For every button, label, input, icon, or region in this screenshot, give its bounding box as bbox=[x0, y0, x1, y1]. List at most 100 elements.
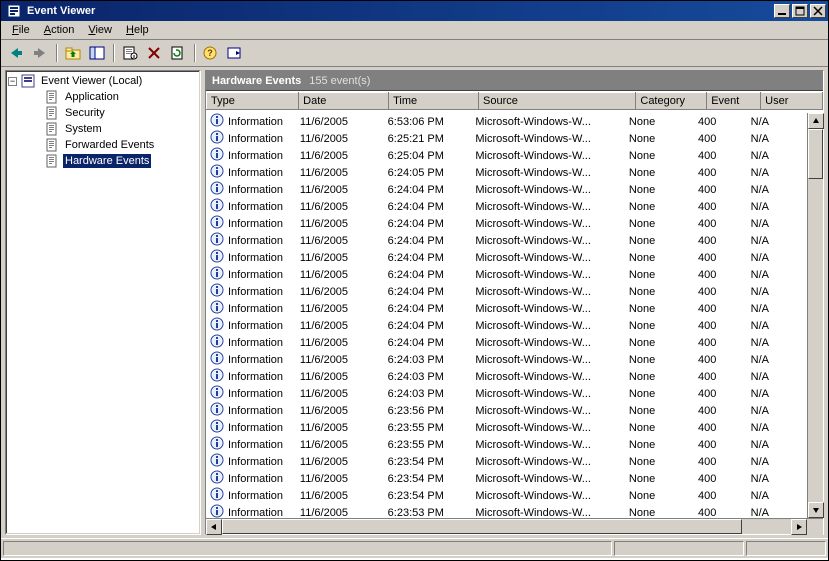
table-row[interactable]: Information11/6/20056:23:54 PMMicrosoft-… bbox=[206, 470, 807, 487]
table-row[interactable]: Information11/6/20056:23:53 PMMicrosoft-… bbox=[206, 504, 807, 518]
hscroll-thumb[interactable] bbox=[222, 519, 742, 534]
minimize-button[interactable] bbox=[774, 4, 790, 18]
scroll-down-icon[interactable] bbox=[808, 502, 824, 518]
cell-event: 400 bbox=[694, 249, 747, 266]
menu-file[interactable]: File bbox=[5, 22, 37, 38]
info-icon bbox=[210, 113, 224, 130]
cell-user: N/A bbox=[747, 181, 807, 198]
cell-date: 11/6/2005 bbox=[296, 164, 384, 181]
cell-category: None bbox=[625, 385, 694, 402]
table-row[interactable]: Information11/6/20056:24:04 PMMicrosoft-… bbox=[206, 283, 807, 300]
menu-view[interactable]: View bbox=[81, 22, 119, 38]
collapse-icon[interactable]: − bbox=[8, 77, 17, 86]
tree-item-security[interactable]: Security bbox=[8, 105, 198, 121]
cell-category: None bbox=[625, 402, 694, 419]
list-pane: Hardware Events 155 event(s) Type Date T… bbox=[205, 70, 824, 535]
tree-item-hardware-events[interactable]: Hardware Events bbox=[8, 153, 198, 169]
export-button[interactable] bbox=[224, 42, 246, 64]
col-header-source[interactable]: Source bbox=[479, 93, 636, 110]
info-icon bbox=[210, 385, 224, 402]
list-title: Hardware Events bbox=[212, 75, 301, 87]
cell-type: Information bbox=[228, 405, 283, 417]
table-row[interactable]: Information11/6/20056:23:55 PMMicrosoft-… bbox=[206, 419, 807, 436]
info-icon bbox=[210, 147, 224, 164]
col-header-type[interactable]: Type bbox=[207, 93, 299, 110]
cell-date: 11/6/2005 bbox=[296, 351, 384, 368]
table-row[interactable]: Information11/6/20056:24:04 PMMicrosoft-… bbox=[206, 266, 807, 283]
table-row[interactable]: Information11/6/20056:24:04 PMMicrosoft-… bbox=[206, 334, 807, 351]
cell-type: Information bbox=[228, 388, 283, 400]
cell-type: Information bbox=[228, 286, 283, 298]
col-header-user[interactable]: User bbox=[761, 93, 823, 110]
horizontal-scrollbar[interactable] bbox=[206, 518, 823, 534]
cell-event: 400 bbox=[694, 385, 747, 402]
info-icon bbox=[210, 470, 224, 487]
vertical-scrollbar[interactable] bbox=[807, 113, 823, 518]
help-button[interactable]: ? bbox=[200, 42, 222, 64]
table-row[interactable]: Information11/6/20056:25:21 PMMicrosoft-… bbox=[206, 130, 807, 147]
table-row[interactable]: Information11/6/20056:24:04 PMMicrosoft-… bbox=[206, 198, 807, 215]
table-row[interactable]: Information11/6/20056:23:56 PMMicrosoft-… bbox=[206, 402, 807, 419]
info-icon bbox=[210, 504, 224, 518]
cell-user: N/A bbox=[747, 266, 807, 283]
cell-date: 11/6/2005 bbox=[296, 470, 384, 487]
tree-item-forwarded-events[interactable]: Forwarded Events bbox=[8, 137, 198, 153]
col-header-time[interactable]: Time bbox=[389, 93, 479, 110]
cell-event: 400 bbox=[694, 181, 747, 198]
table-row[interactable]: Information11/6/20056:24:03 PMMicrosoft-… bbox=[206, 368, 807, 385]
table-row[interactable]: Information11/6/20056:23:54 PMMicrosoft-… bbox=[206, 487, 807, 504]
refresh-button[interactable] bbox=[167, 42, 189, 64]
cell-category: None bbox=[625, 283, 694, 300]
cell-user: N/A bbox=[747, 436, 807, 453]
cell-type: Information bbox=[228, 201, 283, 213]
tree-item-application[interactable]: Application bbox=[8, 89, 198, 105]
menu-action[interactable]: Action bbox=[37, 22, 82, 38]
table-row[interactable]: Information11/6/20056:24:04 PMMicrosoft-… bbox=[206, 215, 807, 232]
tree-pane[interactable]: − Event Viewer (Local) ApplicationSecuri… bbox=[5, 70, 201, 535]
properties-button[interactable] bbox=[119, 42, 141, 64]
maximize-button[interactable] bbox=[792, 4, 808, 18]
cell-time: 6:24:04 PM bbox=[384, 198, 472, 215]
back-button[interactable] bbox=[5, 42, 27, 64]
table-row[interactable]: Information11/6/20056:24:04 PMMicrosoft-… bbox=[206, 300, 807, 317]
col-header-category[interactable]: Category bbox=[636, 93, 707, 110]
cell-type: Information bbox=[228, 235, 283, 247]
svg-text:?: ? bbox=[207, 48, 213, 58]
table-row[interactable]: Information11/6/20056:23:54 PMMicrosoft-… bbox=[206, 453, 807, 470]
table-row[interactable]: Information11/6/20056:24:04 PMMicrosoft-… bbox=[206, 249, 807, 266]
table-row[interactable]: Information11/6/20056:24:03 PMMicrosoft-… bbox=[206, 351, 807, 368]
show-hide-tree-button[interactable] bbox=[86, 42, 108, 64]
tree-item-label: Hardware Events bbox=[63, 154, 151, 168]
table-row[interactable]: Information11/6/20056:24:05 PMMicrosoft-… bbox=[206, 164, 807, 181]
log-icon bbox=[44, 137, 60, 153]
close-button[interactable] bbox=[810, 4, 826, 18]
scroll-left-icon[interactable] bbox=[206, 519, 222, 535]
cell-user: N/A bbox=[747, 368, 807, 385]
table-row[interactable]: Information11/6/20056:24:04 PMMicrosoft-… bbox=[206, 181, 807, 198]
table-row[interactable]: Information11/6/20056:24:03 PMMicrosoft-… bbox=[206, 385, 807, 402]
tree-item-system[interactable]: System bbox=[8, 121, 198, 137]
scroll-up-icon[interactable] bbox=[808, 113, 824, 129]
table-row[interactable]: Information11/6/20056:24:04 PMMicrosoft-… bbox=[206, 232, 807, 249]
forward-button[interactable] bbox=[29, 42, 51, 64]
table-row[interactable]: Information11/6/20056:53:06 PMMicrosoft-… bbox=[206, 113, 807, 130]
delete-button[interactable] bbox=[143, 42, 165, 64]
scroll-right-icon[interactable] bbox=[791, 519, 807, 535]
cell-source: Microsoft-Windows-W... bbox=[471, 317, 625, 334]
table-row[interactable]: Information11/6/20056:25:04 PMMicrosoft-… bbox=[206, 147, 807, 164]
up-level-button[interactable] bbox=[62, 42, 84, 64]
info-icon bbox=[210, 181, 224, 198]
tree-root[interactable]: − Event Viewer (Local) bbox=[8, 73, 198, 89]
cell-event: 400 bbox=[694, 198, 747, 215]
col-header-date[interactable]: Date bbox=[299, 93, 389, 110]
cell-event: 400 bbox=[694, 317, 747, 334]
menu-help[interactable]: Help bbox=[119, 22, 156, 38]
cell-date: 11/6/2005 bbox=[296, 181, 384, 198]
col-header-event[interactable]: Event bbox=[707, 93, 761, 110]
cell-source: Microsoft-Windows-W... bbox=[471, 181, 625, 198]
table-row[interactable]: Information11/6/20056:24:04 PMMicrosoft-… bbox=[206, 317, 807, 334]
cell-date: 11/6/2005 bbox=[296, 147, 384, 164]
table-row[interactable]: Information11/6/20056:23:55 PMMicrosoft-… bbox=[206, 436, 807, 453]
scroll-thumb[interactable] bbox=[808, 129, 823, 179]
cell-event: 400 bbox=[694, 368, 747, 385]
